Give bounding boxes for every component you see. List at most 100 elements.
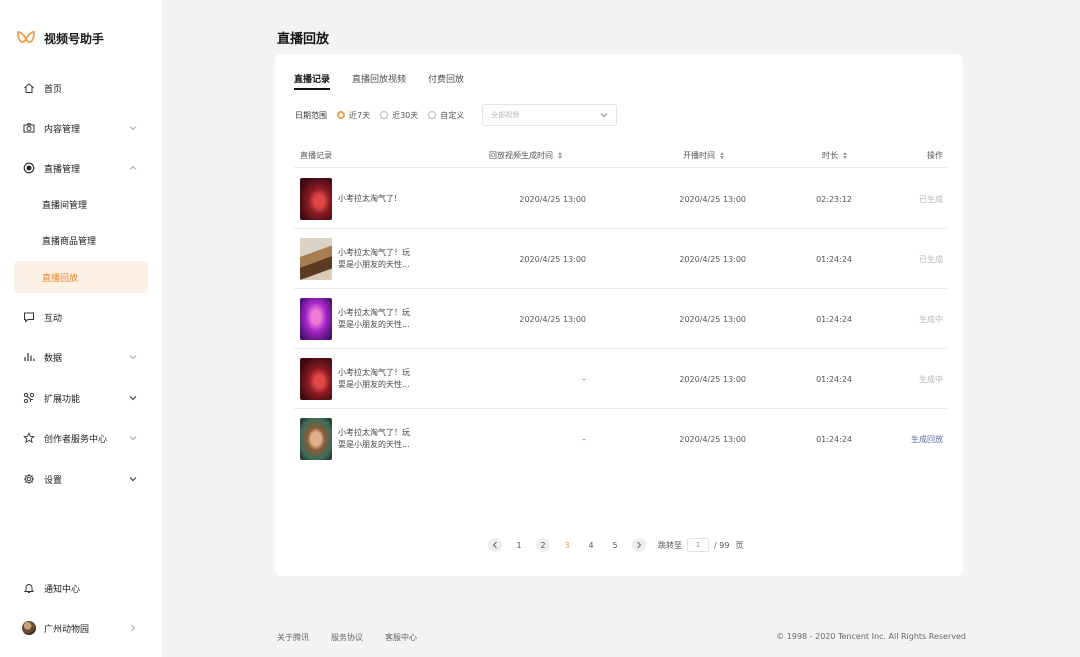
sort-icon [558,151,562,160]
table-row: 小考拉太淘气了! 2020/4/25 13:00 2020/4/25 13:00… [294,169,948,229]
table-row: 小考拉太淘气了！玩 耍是小朋友的天性... – 2020/4/25 13:00 0… [294,409,948,469]
video-select[interactable]: 全部视频 [482,104,618,126]
star-icon [22,431,36,445]
sidebar-item-label: 数据 [44,353,63,364]
sidebar-item-live[interactable]: 直播管理 [14,152,148,184]
row-gen-time: – [582,374,586,384]
total-pages: / 99 [714,540,730,550]
video-thumbnail[interactable] [300,238,332,280]
radio-dot [380,111,389,119]
prev-page-button[interactable] [488,538,502,552]
page-title: 直播回放 [277,32,330,47]
row-start-time: 2020/4/25 13:00 [679,434,746,444]
tab-paid-replay[interactable]: 付费回放 [428,72,464,90]
row-gen-time: – [582,434,586,444]
header-duration[interactable]: 时长 [822,150,847,161]
home-icon [22,81,36,95]
account-switcher[interactable]: 广州动物园 [14,612,148,644]
row-start-time: 2020/4/25 13:00 [679,314,746,324]
table-row: 小考拉太淘气了！玩 耍是小朋友的天性... 2020/4/25 13:00 202… [294,289,948,349]
footer-link-support[interactable]: 客服中心 [385,632,417,643]
video-thumbnail[interactable] [300,358,332,400]
date-filter: 日期范围 近7天 近30天 自定义 全部视频 [295,104,618,126]
row-title: 小考拉太淘气了! [338,194,398,203]
sidebar-item-label: 内容管理 [44,124,81,135]
sidebar-item-creator[interactable]: 创作者服务中心 [14,422,148,454]
header-gen-time[interactable]: 回放视频生成时间 [489,150,562,161]
radio-7-days[interactable]: 近7天 [337,110,370,121]
date-range-label: 日期范围 [295,110,327,120]
generate-replay-link[interactable]: 生成回放 [894,409,943,469]
jump-input[interactable]: 1 [687,538,709,552]
video-thumbnail[interactable] [300,298,332,340]
page-2[interactable]: 2 [536,538,550,552]
avatar [22,621,36,635]
camera-icon [22,121,36,135]
sidebar-item-extension[interactable]: 扩展功能 [14,382,148,414]
footer-link-terms[interactable]: 服务协议 [331,632,363,643]
video-thumbnail[interactable] [300,418,332,460]
row-action-status: 已生成 [919,254,943,264]
chevron-down-icon [128,352,138,362]
chevron-down-icon [128,433,138,443]
jump-label: 跳转至 [658,540,682,550]
row-gen-time: 2020/4/25 13:00 [519,254,586,264]
content-card: 直播记录 直播回放视频 付费回放 日期范围 近7天 近30天 自定义 全部视频 … [275,54,963,576]
sidebar-item-settings[interactable]: 设置 [14,463,148,495]
sidebar-item-live-replay[interactable]: 直播回放 [14,261,148,293]
sidebar-item-live-goods[interactable]: 直播商品管理 [14,224,148,256]
tab-live-records[interactable]: 直播记录 [294,72,331,90]
account-name: 广州动物园 [44,624,90,635]
page-3[interactable]: 3 [560,538,574,552]
header-action: 操作 [927,151,943,160]
gear-icon [22,472,36,486]
page-jump: 跳转至 1 / 99 页 [658,538,743,552]
radio-30-days[interactable]: 近30天 [380,110,418,121]
live-icon [22,161,36,175]
table-row: 小考拉太淘气了！玩 耍是小朋友的天性... 2020/4/25 13:00 202… [294,229,948,289]
header-start-time[interactable]: 开播时间 [683,150,724,161]
sidebar-item-label: 设置 [44,475,63,486]
chevron-left-icon [492,541,497,549]
row-action-status: 生成中 [919,314,943,324]
bar-chart-icon [22,350,36,364]
sidebar-item-live-room[interactable]: 直播间管理 [14,188,148,220]
brand-name: 视频号助手 [44,31,105,46]
radio-dot [428,111,437,119]
sidebar-item-label: 互动 [44,313,63,324]
page-4[interactable]: 4 [584,538,598,552]
chevron-down-icon [128,393,138,403]
tab-replay-videos[interactable]: 直播回放视频 [352,72,406,90]
chevron-down-icon [600,113,608,118]
row-duration: 01:24:24 [816,314,852,324]
video-select-placeholder: 全部视频 [491,111,520,119]
chevron-up-icon [128,163,138,173]
sidebar-item-notify[interactable]: 通知中心 [14,572,148,604]
footer-link-about[interactable]: 关于腾讯 [277,632,309,643]
row-title: 小考拉太淘气了！玩 耍是小朋友的天性... [338,428,410,449]
sidebar-item-home[interactable]: 首页 [14,72,148,104]
tabs: 直播记录 直播回放视频 付费回放 [294,72,486,90]
sidebar-item-label: 直播间管理 [42,200,88,211]
row-start-time: 2020/4/25 13:00 [679,374,746,384]
page-1[interactable]: 1 [512,538,526,552]
brand[interactable]: 视频号助手 [16,28,104,48]
next-page-button[interactable] [632,538,646,552]
row-duration: 02:23:12 [816,194,852,204]
page-5[interactable]: 5 [608,538,622,552]
row-duration: 01:24:24 [816,434,852,444]
sidebar-item-data[interactable]: 数据 [14,341,148,373]
sidebar-item-interaction[interactable]: 互动 [14,301,148,333]
copyright: © 1998 - 2020 Tencent Inc. All Rights Re… [776,632,966,641]
chevron-down-icon [128,123,138,133]
row-action-status: 生成中 [919,374,943,384]
sidebar-item-content[interactable]: 内容管理 [14,112,148,144]
extension-icon [22,391,36,405]
logo-icon [17,31,35,43]
row-start-time: 2020/4/25 13:00 [679,194,746,204]
radio-custom[interactable]: 自定义 [428,110,464,121]
row-action-status: 已生成 [919,194,943,204]
row-duration: 01:24:24 [816,374,852,384]
video-thumbnail[interactable] [300,178,332,220]
header-record: 直播记录 [300,151,332,160]
